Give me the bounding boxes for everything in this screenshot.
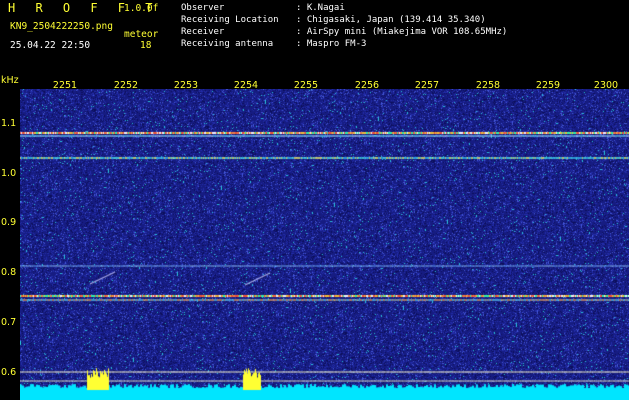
x-tick-2300: 2300 (593, 80, 619, 91)
receiver-label: Receiver (181, 27, 225, 37)
x-tick-2254: 2254 (233, 80, 259, 91)
x-tick-2256: 2256 (354, 80, 380, 91)
y-tick-0-9: 0.9 (1, 217, 17, 228)
datetime: 25.04.22 22:50 (10, 40, 91, 51)
x-tick-2253: 2253 (173, 80, 199, 91)
receiver-value: : AirSpy mini (Miakejima VOR 108.65MHz) (296, 27, 508, 37)
x-tick-2257: 2257 (414, 80, 440, 91)
app-version: 1.0.0f (124, 3, 159, 14)
y-tick-0-6: 0.6 (1, 367, 17, 378)
meteor-count: 18 (140, 40, 152, 51)
y-tick-1-0: 1.0 (1, 168, 17, 179)
antenna-label: Receiving antenna (181, 39, 274, 49)
observer-label: Observer (181, 3, 225, 13)
spectrogram-overlay (20, 89, 629, 400)
location-value: : Chigasaki, Japan (139.414 35.340) (296, 15, 486, 25)
x-tick-2251: 2251 (52, 80, 78, 91)
location-label: Receiving Location (181, 15, 279, 25)
y-unit-label: kHz (1, 75, 19, 86)
y-tick-0-7: 0.7 (1, 317, 17, 328)
x-tick-2259: 2259 (535, 80, 561, 91)
antenna-value: : Maspro FM-3 (296, 39, 367, 49)
y-tick-1-1: 1.1 (1, 118, 17, 129)
x-tick-2258: 2258 (475, 80, 501, 91)
file-name: KN9_2504222250.png (10, 21, 113, 32)
x-tick-2255: 2255 (293, 80, 319, 91)
meteor-label: meteor (124, 29, 159, 40)
observer-value: : K.Nagai (296, 3, 345, 13)
x-tick-2252: 2252 (113, 80, 139, 91)
header: H R O F F T 1.0.0f KN9_2504222250.png me… (0, 0, 629, 75)
y-tick-0-8: 0.8 (1, 267, 17, 278)
